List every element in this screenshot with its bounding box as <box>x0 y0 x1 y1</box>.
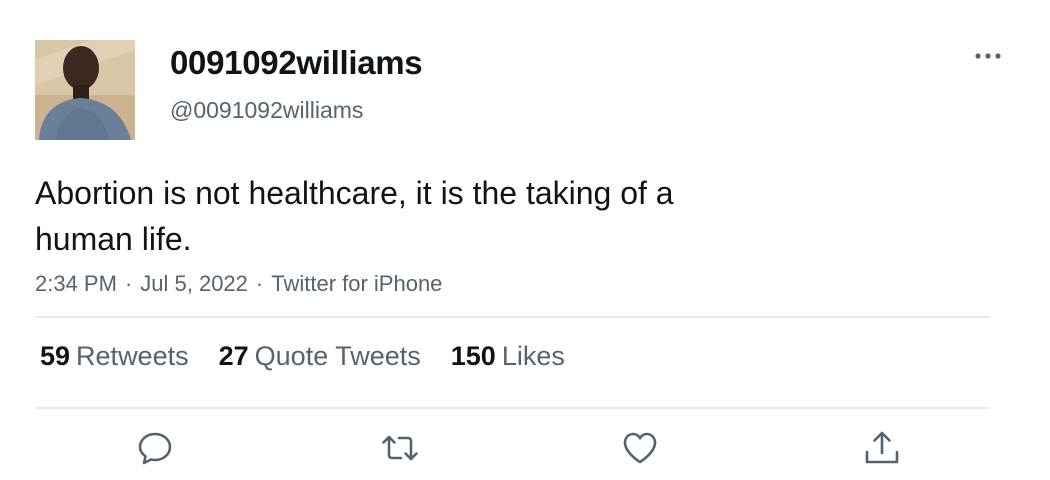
reply-button[interactable] <box>135 428 175 468</box>
likes-label: Likes <box>501 341 565 371</box>
tweet-date[interactable]: Jul 5, 2022 <box>140 271 248 296</box>
divider <box>35 407 990 409</box>
share-button[interactable] <box>862 428 902 468</box>
tweet-text-line: Abortion is not healthcare, it is the ta… <box>35 175 674 211</box>
tweet-stats: 59 Retweets 27 Quote Tweets 150 Likes <box>40 341 595 372</box>
quote-tweets-label: Quote Tweets <box>254 341 421 371</box>
meta-separator: · <box>255 271 264 296</box>
profile-photo <box>35 40 135 140</box>
tweet-card: 0091092williams @0091092williams Abortio… <box>0 0 1050 480</box>
share-icon <box>865 431 899 464</box>
likes-count: 150 <box>450 341 496 371</box>
tweet-meta: 2:34 PM · Jul 5, 2022 · Twitter for iPhone <box>35 271 442 297</box>
retweet-button[interactable] <box>380 428 420 468</box>
retweets-count: 59 <box>40 341 71 371</box>
retweets-stat[interactable]: 59 Retweets <box>40 341 189 372</box>
quote-tweets-stat[interactable]: 27 Quote Tweets <box>219 341 421 372</box>
tweet-time[interactable]: 2:34 PM <box>35 271 117 296</box>
more-options-button[interactable] <box>968 44 1008 68</box>
meta-separator: · <box>124 271 133 296</box>
author-handle[interactable]: @0091092williams <box>170 97 363 124</box>
likes-stat[interactable]: 150 Likes <box>451 341 565 372</box>
like-button[interactable] <box>620 428 660 468</box>
divider <box>35 316 990 318</box>
tweet-text-line: human life. <box>35 221 192 257</box>
more-icon <box>975 53 1001 59</box>
author-display-name[interactable]: 0091092williams <box>170 44 423 82</box>
quote-tweets-count: 27 <box>218 341 249 371</box>
avatar[interactable] <box>35 40 135 140</box>
tweet-source: Twitter for iPhone <box>271 271 443 296</box>
retweet-icon <box>382 435 418 461</box>
like-icon <box>623 432 657 464</box>
retweets-label: Retweets <box>76 341 189 371</box>
tweet-text: Abortion is not healthcare, it is the ta… <box>35 170 795 262</box>
reply-icon <box>138 432 172 465</box>
